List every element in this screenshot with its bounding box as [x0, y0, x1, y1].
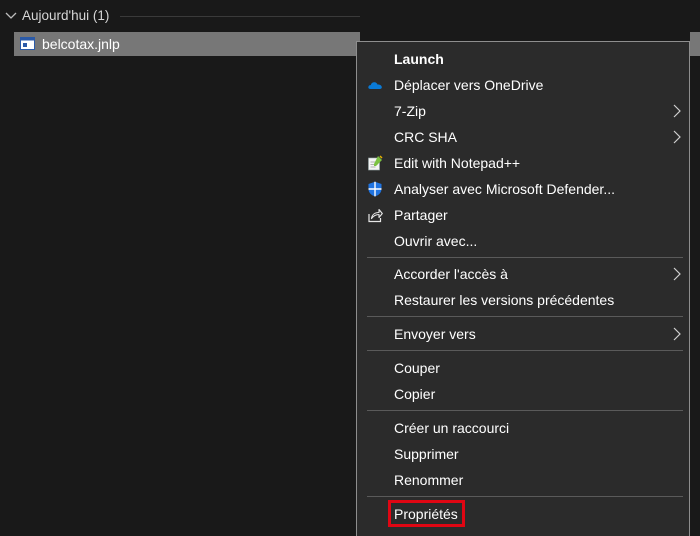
menu-item-label: CRC SHA	[394, 129, 458, 145]
menu-item-label: Restaurer les versions précédentes	[394, 292, 615, 308]
defender-shield-icon	[368, 181, 382, 197]
menu-item-label: Créer un raccourci	[394, 420, 510, 436]
share-icon	[368, 208, 383, 223]
menu-separator	[367, 257, 683, 258]
group-title: Aujourd'hui (1)	[22, 8, 110, 23]
menu-item-label: 7-Zip	[394, 103, 426, 119]
context-menu: Launch Déplacer vers OneDrive 7-Zip CRC …	[356, 41, 690, 536]
menu-item-label: Edit with Notepad++	[394, 155, 521, 171]
menu-item-label: Renommer	[394, 472, 464, 488]
menu-item-7zip[interactable]: 7-Zip	[357, 98, 689, 124]
menu-item-label: Supprimer	[394, 446, 459, 462]
chevron-down-icon	[5, 12, 17, 19]
menu-item-launch[interactable]: Launch	[357, 46, 689, 72]
menu-item-label: Partager	[394, 207, 448, 223]
menu-item-grant-access[interactable]: Accorder l'accès à	[357, 261, 689, 287]
file-item-selected[interactable]: belcotax.jnlp	[14, 32, 360, 56]
menu-item-cut[interactable]: Couper	[357, 355, 689, 381]
menu-item-label: Déplacer vers OneDrive	[394, 77, 544, 93]
properties-highlight-box	[388, 500, 465, 527]
menu-item-delete[interactable]: Supprimer	[357, 441, 689, 467]
menu-item-label: Couper	[394, 360, 440, 376]
menu-item-rename[interactable]: Renommer	[357, 467, 689, 493]
menu-item-label: Copier	[394, 386, 436, 402]
menu-item-label: Ouvrir avec...	[394, 233, 478, 249]
group-divider	[120, 16, 360, 17]
menu-item-label: Envoyer vers	[394, 326, 476, 342]
menu-item-label: Accorder l'accès à	[394, 266, 508, 282]
menu-item-crc-sha[interactable]: CRC SHA	[357, 124, 689, 150]
file-item-selection-tail	[690, 32, 700, 56]
menu-item-defender[interactable]: Analyser avec Microsoft Defender...	[357, 176, 689, 202]
menu-item-send-to[interactable]: Envoyer vers	[357, 321, 689, 347]
group-header-today[interactable]: Aujourd'hui (1)	[0, 0, 360, 32]
menu-item-label: Analyser avec Microsoft Defender...	[394, 181, 615, 197]
notepad-plus-plus-icon	[368, 155, 383, 171]
menu-item-restore-versions[interactable]: Restaurer les versions précédentes	[357, 287, 689, 313]
chevron-right-icon	[673, 130, 681, 144]
chevron-right-icon	[673, 267, 681, 281]
menu-item-notepad[interactable]: Edit with Notepad++	[357, 150, 689, 176]
menu-item-label: Launch	[394, 51, 444, 67]
menu-separator	[367, 316, 683, 317]
menu-separator	[367, 350, 683, 351]
menu-item-open-with[interactable]: Ouvrir avec...	[357, 228, 689, 254]
chevron-right-icon	[673, 327, 681, 341]
menu-separator	[367, 410, 683, 411]
menu-item-share[interactable]: Partager	[357, 202, 689, 228]
menu-item-copy[interactable]: Copier	[357, 381, 689, 407]
jnlp-file-icon	[20, 37, 35, 50]
file-name: belcotax.jnlp	[42, 36, 120, 52]
onedrive-cloud-icon	[368, 82, 382, 89]
menu-item-onedrive[interactable]: Déplacer vers OneDrive	[357, 72, 689, 98]
menu-item-create-shortcut[interactable]: Créer un raccourci	[357, 415, 689, 441]
menu-separator	[367, 496, 683, 497]
chevron-right-icon	[673, 104, 681, 118]
